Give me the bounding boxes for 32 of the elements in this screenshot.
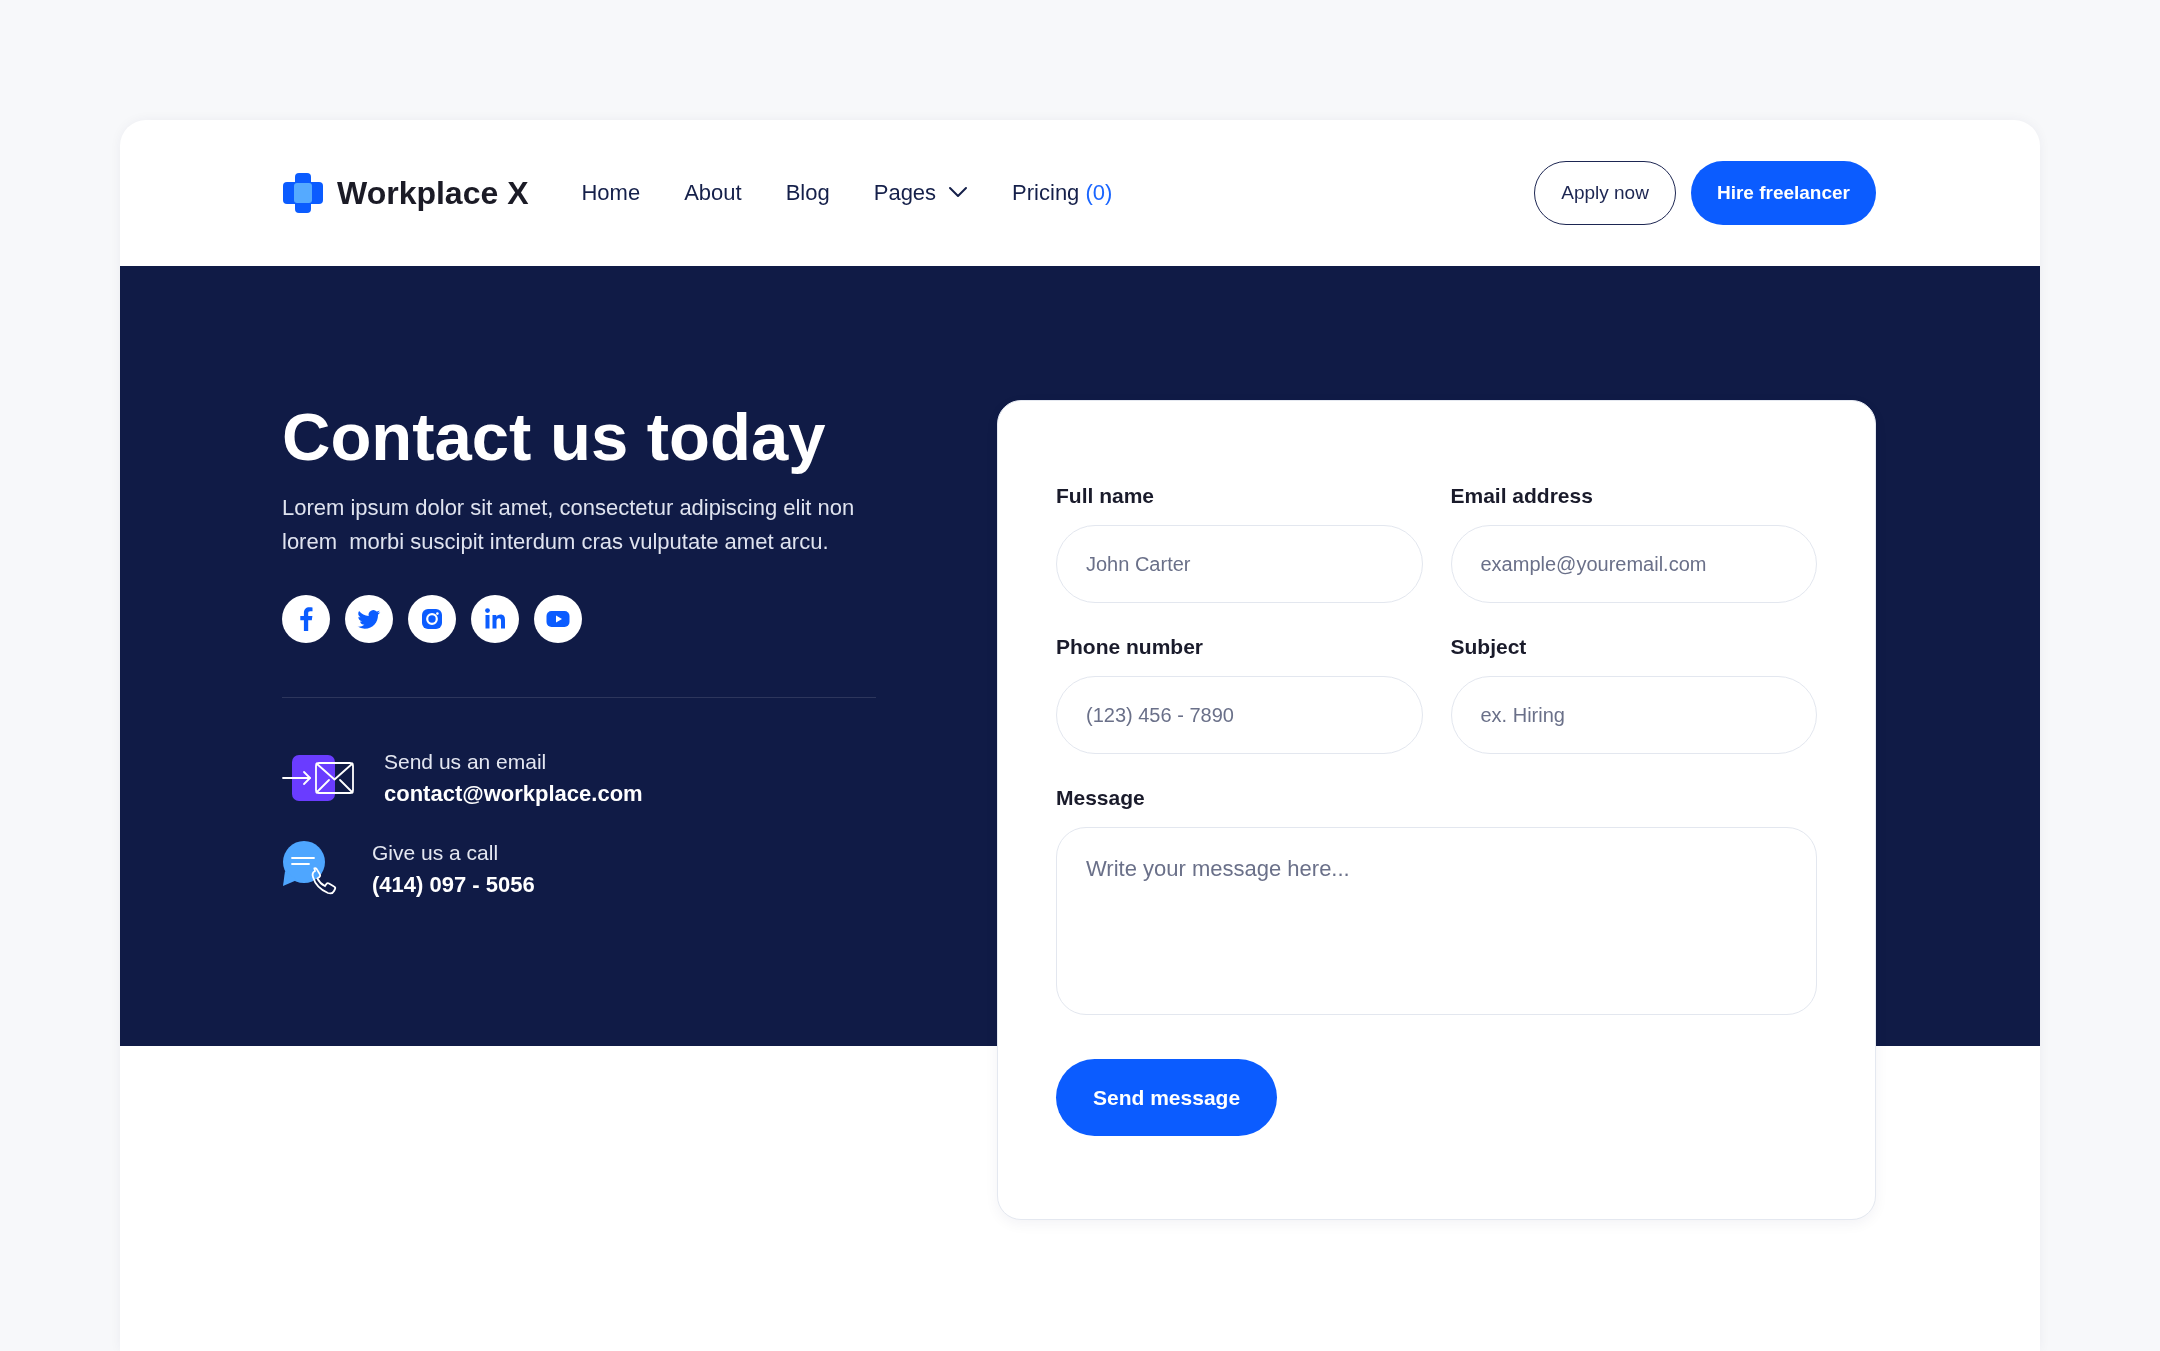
field-label: Message: [1056, 785, 1146, 811]
facebook-icon[interactable]: [282, 594, 330, 643]
input-field[interactable]: John Carter: [1056, 525, 1423, 603]
page-heading: Contact us today: [282, 400, 827, 474]
logo-icon: [282, 172, 324, 214]
contact-label: Send us an email: [384, 748, 548, 775]
input-field[interactable]: (123) 456 - 7890: [1056, 676, 1423, 754]
email-icon: [282, 753, 354, 802]
field-label: Email address: [1450, 483, 1594, 509]
nav-link[interactable]: Pages: [873, 178, 969, 208]
email-address-text: contact@workplace.com: [384, 779, 643, 808]
send-message-button[interactable]: Send message: [1056, 1059, 1278, 1136]
field-label: Phone number: [1056, 634, 1204, 660]
brand-name: Workplace X: [337, 174, 529, 212]
input-field[interactable]: example@youremail.com: [1450, 525, 1817, 603]
twitter-icon[interactable]: [345, 594, 393, 643]
intro-text: Lorem ipsum dolor sit amet, consectetur adipiscing elit non lorem morbi suscipit interdum cras vulputate amet arcu.: [282, 493, 856, 556]
nav-link[interactable]: Blog: [785, 178, 830, 208]
nav-link[interactable]: Home: [581, 178, 641, 208]
input-field[interactable]: ex. Hiring: [1450, 676, 1817, 754]
header-button[interactable]: Hire freelancer: [1690, 161, 1876, 225]
linkedin-icon[interactable]: [471, 594, 519, 643]
field-label: Full name: [1056, 483, 1156, 509]
field-label: Subject: [1450, 634, 1528, 660]
phone-number-text: (414) 097 - 5056: [372, 870, 535, 899]
contact-label: Give us a call: [372, 839, 500, 866]
nav-link[interactable]: Pricing (0): [1012, 178, 1113, 208]
nav-link[interactable]: About: [684, 178, 742, 208]
message-field[interactable]: Write your message here...: [1056, 827, 1817, 1015]
instagram-icon[interactable]: [408, 594, 456, 643]
youtube-icon[interactable]: [534, 594, 582, 643]
header-button[interactable]: Apply now: [1534, 161, 1676, 225]
